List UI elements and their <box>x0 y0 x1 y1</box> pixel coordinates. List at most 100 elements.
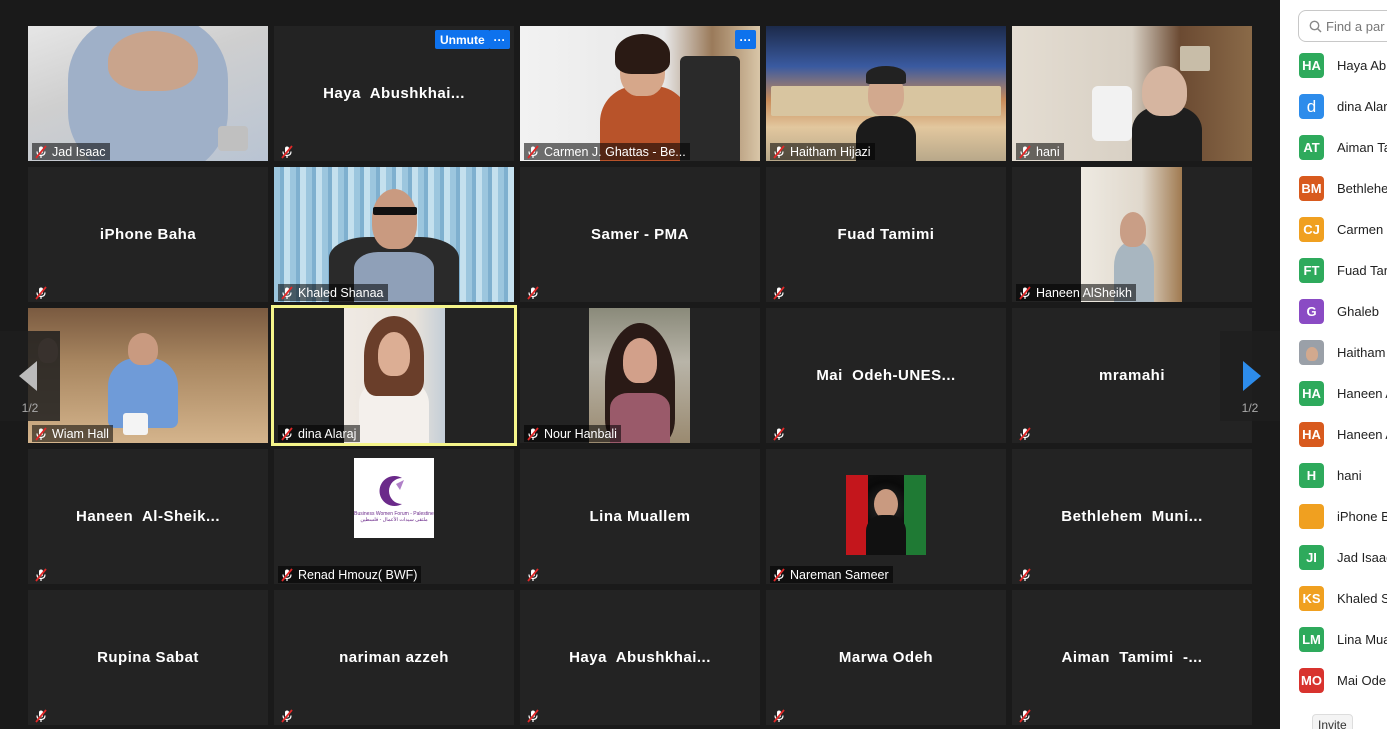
tile-name-label <box>1016 707 1036 724</box>
video-tile[interactable]: Haya Abushkhai... <box>520 590 760 725</box>
tile-name-label: Nour Hanbali <box>524 425 621 442</box>
participant-row[interactable]: BM Bethlehe <box>1280 168 1387 209</box>
participant-display-name: Haneen Al-Sheik... <box>76 508 220 525</box>
participant-row[interactable]: iPhone B <box>1280 496 1387 537</box>
participant-list-name: Haneen A <box>1337 427 1387 442</box>
zoom-meeting-window: Jad Isaac Haya Abushkhai... Unmute ··· Carme… <box>0 0 1387 729</box>
tile-name-label <box>770 707 790 724</box>
tile-name-label: Wiam Hall <box>32 425 113 442</box>
mic-muted-icon <box>1018 567 1032 582</box>
participant-list-name: Lina Mua <box>1337 632 1387 647</box>
video-tile[interactable]: Haitham Hijazi <box>766 26 1006 161</box>
participant-search-input[interactable]: Find a par <box>1298 10 1387 42</box>
video-tile[interactable]: Fuad Tamimi <box>766 167 1006 302</box>
participant-avatar: KS <box>1299 586 1324 611</box>
participant-row[interactable]: JI Jad Isaac <box>1280 537 1387 578</box>
page-indicator: 1/2 <box>1241 401 1259 415</box>
video-tile[interactable]: hani <box>1012 26 1252 161</box>
tile-name-label <box>32 284 52 301</box>
participant-name: Haneen AlSheikh <box>1036 285 1132 300</box>
video-tile[interactable]: dina Alaraj <box>271 305 517 446</box>
video-tile[interactable]: Jad Isaac <box>28 26 268 161</box>
mic-muted-icon <box>526 708 540 723</box>
gallery-view: Jad Isaac Haya Abushkhai... Unmute ··· Carme… <box>0 0 1280 729</box>
participant-row[interactable]: HA Haneen A <box>1280 373 1387 414</box>
video-feed <box>28 26 268 161</box>
mic-muted-icon <box>772 567 786 582</box>
tile-name-label <box>32 707 52 724</box>
participant-list-name: Bethlehe <box>1337 181 1387 196</box>
participant-avatar: d <box>1299 94 1324 119</box>
unmute-button[interactable]: Unmute <box>435 30 490 49</box>
participant-display-name: Mai Odeh-UNES... <box>816 367 956 384</box>
video-tile[interactable]: Nour Hanbali <box>520 308 760 443</box>
participant-name: Nour Hanbali <box>544 426 617 441</box>
participant-row[interactable]: d dina Alar <box>1280 86 1387 127</box>
tile-name-label <box>1016 425 1036 442</box>
video-tile[interactable]: Business Women Forum - Palestine ملتقى سي… <box>274 449 514 584</box>
video-tile[interactable]: Samer - PMA <box>520 167 760 302</box>
next-page-button[interactable]: 1/2 <box>1220 331 1280 421</box>
video-feed <box>1012 26 1252 161</box>
search-placeholder: Find a par <box>1326 18 1385 34</box>
participant-row[interactable]: HA Haneen A <box>1280 414 1387 455</box>
participant-display-name: Aiman Tamimi -... <box>1061 649 1203 666</box>
participant-display-name: Marwa Odeh <box>838 649 934 666</box>
participant-row[interactable]: HA Haya Ab <box>1280 45 1387 86</box>
video-tile[interactable]: Nareman Sameer <box>766 449 1006 584</box>
participant-row[interactable]: Hhani <box>1280 455 1387 496</box>
mic-muted-icon <box>34 144 48 159</box>
video-tile[interactable]: Aiman Tamimi -... <box>1012 590 1252 725</box>
participant-display-name: Rupina Sabat <box>97 649 199 666</box>
mic-muted-icon <box>772 144 786 159</box>
video-tile[interactable]: Haneen AlSheikh <box>1012 167 1252 302</box>
participant-row[interactable]: KS Khaled S <box>1280 578 1387 619</box>
video-tile[interactable]: Haya Abushkhai... Unmute ··· <box>274 26 514 161</box>
more-options-button[interactable]: ··· <box>489 30 510 49</box>
video-tile[interactable]: nariman azzeh <box>274 590 514 725</box>
mic-muted-icon <box>280 426 294 441</box>
mic-muted-icon <box>34 426 48 441</box>
video-tile[interactable]: Bethlehem Muni... <box>1012 449 1252 584</box>
participant-row[interactable]: LM Lina Mua <box>1280 619 1387 660</box>
video-tile[interactable]: Marwa Odeh <box>766 590 1006 725</box>
video-tile[interactable]: Wiam Hall <box>28 308 268 443</box>
invite-button[interactable]: Invite <box>1312 714 1353 729</box>
participant-list-name: Fuad Tar <box>1337 263 1387 278</box>
video-tile[interactable]: Carmen J. Ghattas - Be... ··· <box>520 26 760 161</box>
mic-muted-icon <box>772 426 786 441</box>
video-tile[interactable]: Rupina Sabat <box>28 590 268 725</box>
participant-row[interactable]: MO Mai Ode <box>1280 660 1387 701</box>
participant-list-name: Ghaleb <box>1337 304 1379 319</box>
participant-row[interactable]: CJ Carmen . <box>1280 209 1387 250</box>
tile-name-label <box>524 284 544 301</box>
participant-display-name: Fuad Tamimi <box>837 226 935 243</box>
participant-avatar <box>1299 504 1324 529</box>
participant-row[interactable]: FT Fuad Tar <box>1280 250 1387 291</box>
participant-list-name: hani <box>1337 468 1362 483</box>
participant-avatar: MO <box>1299 668 1324 693</box>
video-tile[interactable]: mramahi <box>1012 308 1252 443</box>
video-tile[interactable]: Mai Odeh-UNES... <box>766 308 1006 443</box>
participant-avatar: HA <box>1299 53 1324 78</box>
participant-row[interactable]: G Ghaleb <box>1280 291 1387 332</box>
mic-muted-icon <box>526 144 540 159</box>
page-indicator: 1/2 <box>21 401 39 415</box>
mic-muted-icon <box>526 285 540 300</box>
video-tile[interactable]: Khaled Shanaa <box>274 167 514 302</box>
participant-avatar: AT <box>1299 135 1324 160</box>
previous-page-button[interactable]: 1/2 <box>0 331 60 421</box>
arrow-right-icon <box>1243 361 1261 391</box>
participant-avatar: CJ <box>1299 217 1324 242</box>
more-options-button[interactable]: ··· <box>735 30 756 49</box>
participant-row[interactable]: Haitham <box>1280 332 1387 373</box>
participant-row[interactable]: AT Aiman Ta <box>1280 127 1387 168</box>
video-feed <box>28 308 268 443</box>
tile-name-label <box>1016 566 1036 583</box>
video-tile[interactable]: iPhone Baha <box>28 167 268 302</box>
video-tile[interactable]: Haneen Al-Sheik... <box>28 449 268 584</box>
video-feed <box>274 167 514 302</box>
participant-display-name: Haya Abushkhai... <box>569 649 711 666</box>
video-tile[interactable]: Lina Muallem <box>520 449 760 584</box>
tile-name-label <box>770 425 790 442</box>
